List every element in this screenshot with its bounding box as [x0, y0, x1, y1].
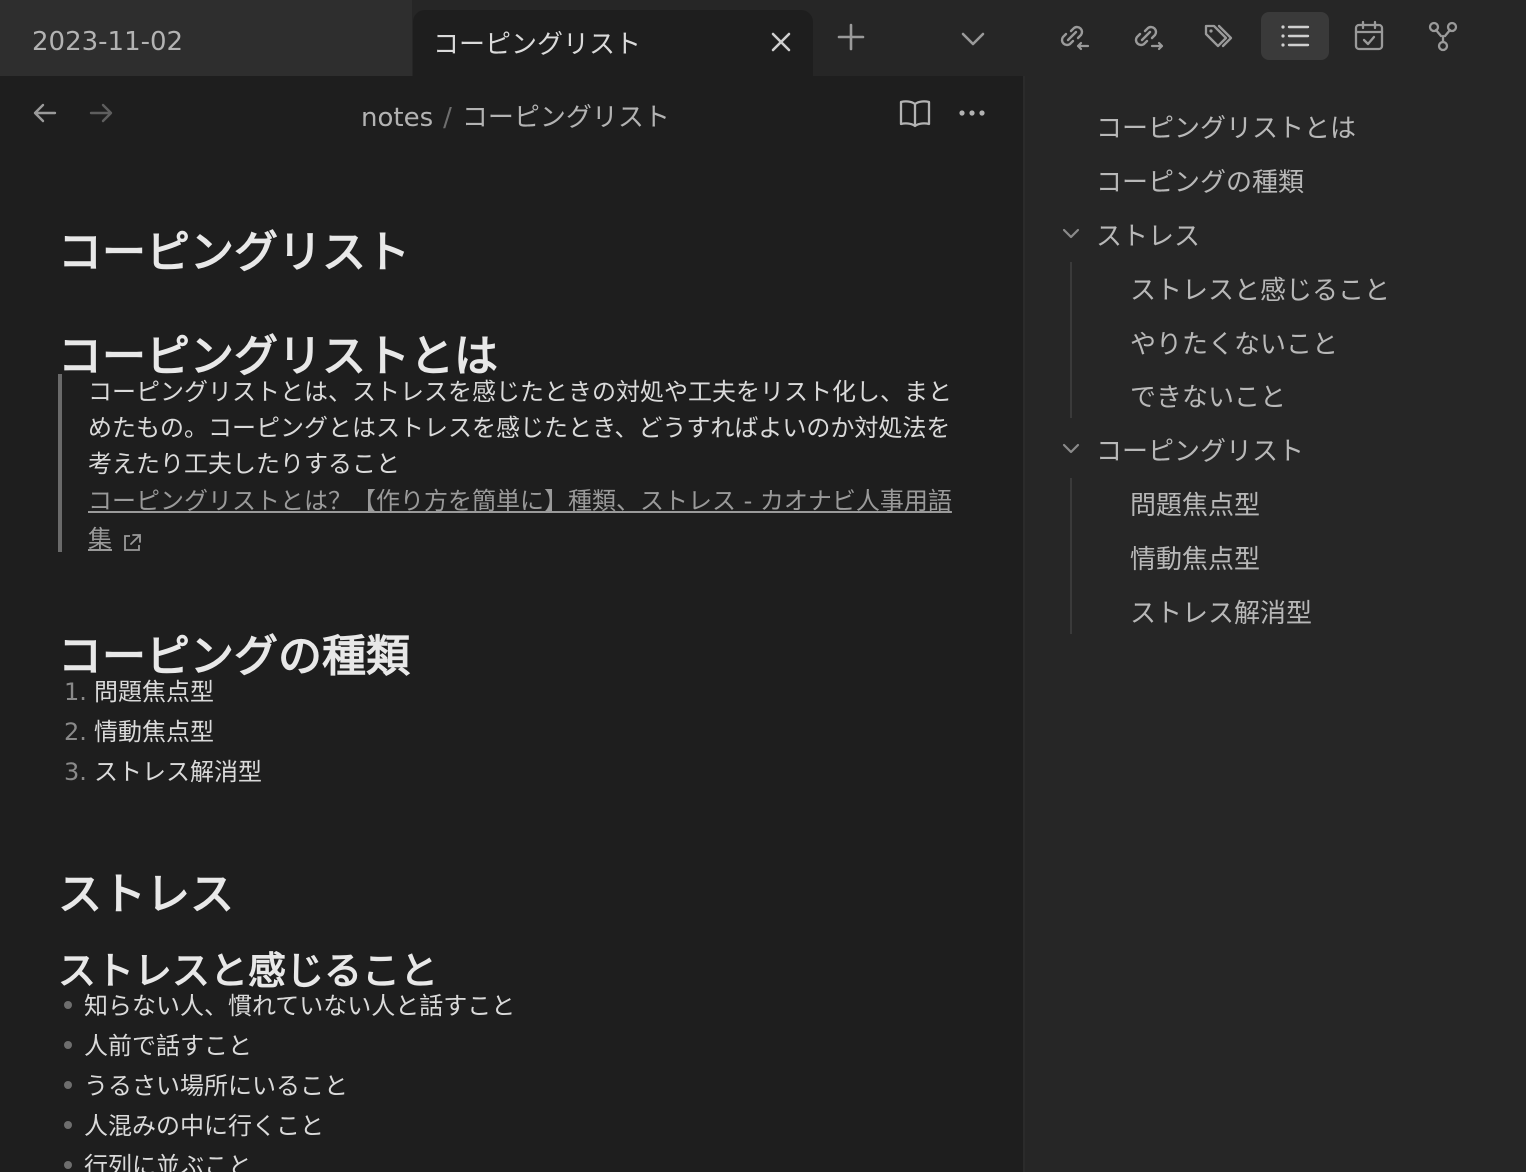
tags-icon [1204, 24, 1233, 48]
list-item: 人混みの中に行くこと [64, 1106, 515, 1146]
chevron-down-icon[interactable] [956, 22, 990, 56]
calendar-check-icon [1354, 20, 1384, 51]
list-item: 1. 問題焦点型 [64, 678, 214, 706]
list-item: 行列に並ぶこと [64, 1146, 515, 1172]
quote-line: コーピングリストとは、ストレスを感じたときの対処や工夫をリスト化し、まと [88, 378, 952, 406]
backlinks-icon [1060, 25, 1090, 51]
breadcrumb-folder[interactable]: notes [361, 103, 433, 133]
outgoing-links-button[interactable] [1112, 12, 1180, 60]
calendar-button[interactable] [1335, 12, 1403, 60]
breadcrumb-file[interactable]: コーピングリスト [462, 103, 670, 133]
outline-item[interactable]: 問題焦点型 [1130, 485, 1260, 522]
plus-icon[interactable] [834, 20, 868, 54]
outline-item[interactable]: できないこと [1130, 377, 1286, 414]
external-link-icon [124, 533, 141, 551]
graph-icon [1428, 21, 1458, 52]
tab-coping-list[interactable]: コーピングリスト [413, 10, 813, 76]
tab-label: 2023-11-02 [32, 27, 184, 57]
tab-daily-note[interactable]: 2023-11-02 [0, 0, 412, 76]
list-item: 3. ストレス解消型 [64, 758, 262, 786]
backlinks-button[interactable] [1038, 12, 1106, 60]
outline-item[interactable]: ストレス [1096, 216, 1200, 253]
outline-guide [1070, 262, 1072, 418]
tags-button[interactable] [1186, 12, 1254, 60]
book-open-icon[interactable] [896, 96, 934, 130]
quote-line: 考えたり工夫したりすること [88, 450, 400, 478]
outline-item[interactable]: ストレス解消型 [1130, 593, 1312, 630]
list-item: 人前で話すこと [64, 1026, 515, 1066]
breadcrumb: notes / コーピングリスト [361, 97, 670, 134]
list-item: うるさい場所にいること [64, 1066, 515, 1106]
heading-stress: ストレス [58, 869, 234, 920]
chevron-down-icon[interactable] [1058, 220, 1084, 246]
outline-item[interactable]: やりたくないこと [1130, 324, 1338, 361]
more-horizontal-icon[interactable] [954, 96, 992, 130]
bullet-icon [64, 1161, 72, 1169]
list-item: 知らない人、慣れていない人と話すこと [64, 986, 515, 1026]
outline-button[interactable] [1261, 12, 1329, 60]
chevron-down-icon[interactable] [1058, 435, 1084, 461]
close-icon[interactable] [767, 28, 795, 56]
list-item: 2. 情動焦点型 [64, 718, 214, 746]
bullet-icon [64, 1001, 72, 1009]
document-title: コーピングリスト [58, 227, 410, 278]
arrow-right-icon[interactable] [84, 96, 118, 130]
bullet-icon [64, 1121, 72, 1129]
tab-label: コーピングリスト [433, 30, 642, 60]
outline-item[interactable]: 情動焦点型 [1130, 539, 1260, 576]
bullet-icon [64, 1041, 72, 1049]
outline-item[interactable]: コーピングリスト [1096, 431, 1304, 468]
bullet-icon [64, 1081, 72, 1089]
outline-pane: コーピングリストとは コーピングの種類 ストレス ストレスと感じること やりたく… [1025, 76, 1526, 1172]
blockquote: コーピングリストとは、ストレスを感じたときの対処や工夫をリスト化し、まと めたも… [58, 374, 958, 553]
outline-item[interactable]: コーピングリストとは [1096, 108, 1356, 145]
graph-button[interactable] [1409, 12, 1477, 60]
outline-item[interactable]: ストレスと感じること [1130, 270, 1390, 307]
bullet-list: 知らない人、慣れていない人と話すこと 人前で話すこと うるさい場所にいること 人… [64, 986, 515, 1172]
external-link-cont[interactable]: 集 [88, 525, 112, 553]
breadcrumb-separator: / [443, 103, 452, 133]
ordered-list: 1. 問題焦点型 2. 情動焦点型 3. ストレス解消型 [64, 672, 262, 792]
outline-item[interactable]: コーピングの種類 [1096, 162, 1304, 199]
quote-line: めたもの。コーピングとはストレスを感じたとき、どうすればよいのか対処法を [88, 414, 951, 442]
list-icon [1281, 25, 1310, 47]
outgoing-links-icon [1134, 25, 1164, 51]
outline-guide [1070, 478, 1072, 634]
external-link[interactable]: コーピングリストとは？【作り方を簡単に】種類、ストレス - カオナビ人事用語 [88, 487, 952, 515]
arrow-left-icon[interactable] [28, 96, 62, 130]
tab-bar: 2023-11-02 コーピングリスト [0, 0, 1526, 76]
